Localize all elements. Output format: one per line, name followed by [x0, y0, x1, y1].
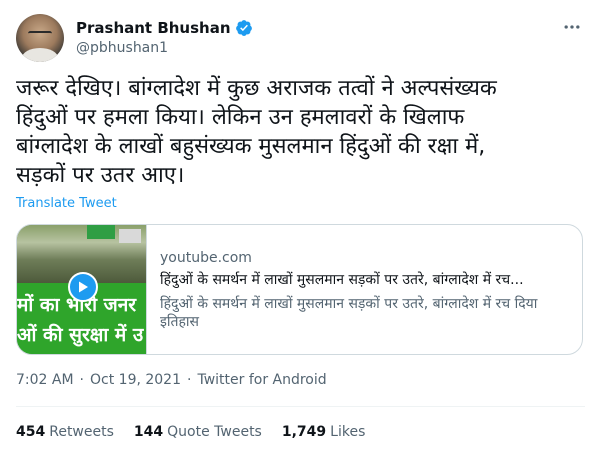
tweet-text-line: सड़कों पर उतर आए। — [16, 163, 185, 188]
avatar-glasses — [28, 31, 52, 36]
quote-tweets-stat[interactable]: 144 Quote Tweets — [134, 424, 262, 440]
likes-count: 1,749 — [281, 424, 327, 440]
quote-tweets-label: Quote Tweets — [167, 424, 262, 440]
avatar[interactable] — [16, 14, 64, 62]
card-title: हिंदुओं के समर्थन में लाखों मुसलमान सड़क… — [160, 272, 524, 288]
meta-separator: · — [79, 372, 84, 388]
likes-label: Likes — [330, 424, 366, 440]
tweet-stats: 454 Retweets 144 Quote Tweets 1,749 Likes — [16, 424, 365, 440]
card-body: youtube.com हिंदुओं के समर्थन में लाखों … — [160, 249, 572, 331]
name-row: Prashant Bhushan — [76, 18, 253, 38]
tweet-text-line: हिंदुओं पर हमला किया। लेकिन उन हमलावरों … — [16, 105, 465, 130]
video-thumbnail[interactable]: मों का भारी जनर ओं की सुरक्षा में उ — [17, 225, 147, 354]
divider — [16, 406, 585, 407]
tweet-meta: 7:02 AM · Oct 19, 2021 · Twitter for And… — [16, 372, 327, 388]
display-name[interactable]: Prashant Bhushan — [76, 19, 231, 37]
tweet-source[interactable]: Twitter for Android — [197, 372, 326, 388]
tweet-time[interactable]: 7:02 AM — [16, 372, 74, 388]
tweet-text-line: जरूर देखिए। बांग्लादेश में कुछ अराजक तत्… — [16, 76, 497, 101]
retweets-label: Retweets — [49, 424, 114, 440]
thumbnail-text: ओं की सुरक्षा में उ — [17, 324, 144, 346]
retweets-stat[interactable]: 454 Retweets — [16, 424, 114, 440]
thumbnail-flag — [119, 229, 141, 243]
thumbnail-flag — [87, 225, 115, 239]
tweet-text: जरूर देखिए। बांग्लादेश में कुछ अराजक तत्… — [16, 74, 585, 190]
tweet-header: Prashant Bhushan @pbhushan1 — [16, 12, 585, 62]
likes-stat[interactable]: 1,749 Likes — [282, 424, 366, 440]
meta-separator: · — [187, 372, 192, 388]
tweet-date[interactable]: Oct 19, 2021 — [90, 372, 181, 388]
link-preview-card[interactable]: मों का भारी जनर ओं की सुरक्षा में उ yout… — [16, 224, 583, 355]
more-options-icon[interactable] — [561, 16, 583, 38]
quote-tweets-count: 144 — [133, 424, 164, 440]
play-icon[interactable] — [68, 272, 98, 302]
verified-badge-icon — [235, 20, 252, 36]
card-description: हिंदुओं के समर्थन में लाखों मुसलमान सड़क… — [160, 296, 538, 330]
translate-tweet-link[interactable]: Translate Tweet — [16, 196, 117, 211]
retweets-count: 454 — [16, 424, 46, 440]
card-domain: youtube.com — [160, 250, 252, 266]
avatar-shirt — [22, 48, 58, 62]
user-handle[interactable]: @pbhushan1 — [76, 40, 168, 56]
tweet-text-line: बांग्लादेश के लाखों बहुसंख्यक मुसलमान हि… — [16, 134, 486, 159]
